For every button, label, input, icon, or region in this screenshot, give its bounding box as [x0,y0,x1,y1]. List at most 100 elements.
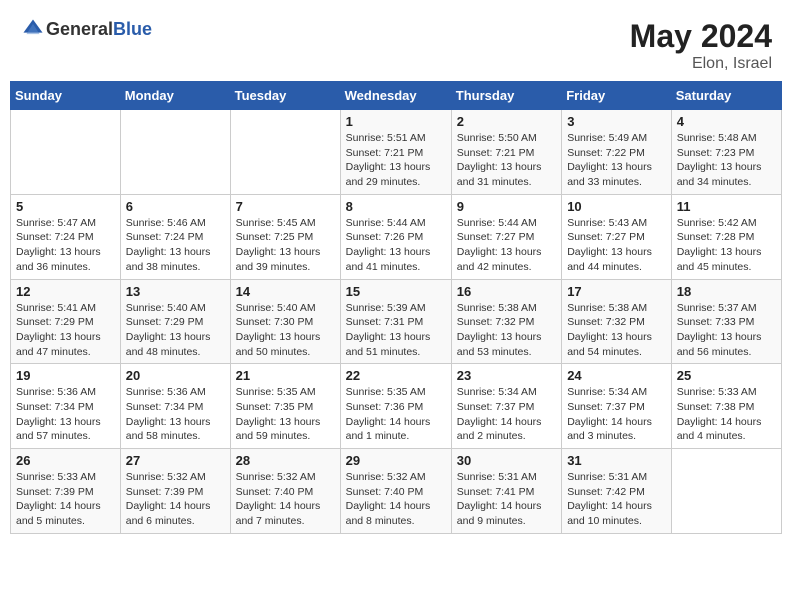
week-row-4: 19 Sunrise: 5:36 AM Sunset: 7:34 PM Dayli… [11,364,782,449]
calendar-cell: 7Sunrise: 5:45 AM Sunset: 7:25 PM Daylig… [230,194,340,279]
day-info: Sunrise: 5:31 AM Sunset: 7:41 PM Dayligh… [457,470,556,529]
title-block: May 2024 Elon, Israel [630,18,772,73]
day-info: Sunrise: 5:32 AM Sunset: 7:39 PM Dayligh… [126,470,225,529]
day-info: Sunrise: 5:44 AM Sunset: 7:27 PM Dayligh… [457,216,556,275]
calendar-cell: 3 Sunrise: 5:49 AM Sunset: 7:22 PM Daylig… [562,110,672,195]
calendar-cell [120,110,230,195]
calendar-cell [11,110,121,195]
day-info: Sunrise: 5:36 AM Sunset: 7:34 PM Dayligh… [16,385,115,444]
calendar-cell: 6 Sunrise: 5:46 AM Sunset: 7:24 PM Daylig… [120,194,230,279]
column-header-wednesday: Wednesday [340,82,451,110]
day-info: Sunrise: 5:35 AM Sunset: 7:35 PM Dayligh… [236,385,335,444]
calendar-cell: 20 Sunrise: 5:36 AM Sunset: 7:34 PM Dayli… [120,364,230,449]
logo: GeneralBlue [20,18,152,40]
calendar-cell: 28 Sunrise: 5:32 AM Sunset: 7:40 PM Dayli… [230,449,340,534]
calendar-cell: 5Sunrise: 5:47 AM Sunset: 7:24 PM Daylig… [11,194,121,279]
calendar-cell: 15Sunrise: 5:39 AM Sunset: 7:31 PM Dayli… [340,279,451,364]
calendar-cell: 22Sunrise: 5:35 AM Sunset: 7:36 PM Dayli… [340,364,451,449]
day-info: Sunrise: 5:35 AM Sunset: 7:36 PM Dayligh… [346,385,446,444]
calendar-cell: 4Sunrise: 5:48 AM Sunset: 7:23 PM Daylig… [671,110,781,195]
calendar-cell: 21 Sunrise: 5:35 AM Sunset: 7:35 PM Dayli… [230,364,340,449]
calendar-cell: 2 Sunrise: 5:50 AM Sunset: 7:21 PM Daylig… [451,110,561,195]
week-row-1: 1 Sunrise: 5:51 AM Sunset: 7:21 PM Daylig… [11,110,782,195]
day-info: Sunrise: 5:45 AM Sunset: 7:25 PM Dayligh… [236,216,335,275]
calendar-cell: 10 Sunrise: 5:43 AM Sunset: 7:27 PM Dayli… [562,194,672,279]
column-header-sunday: Sunday [11,82,121,110]
day-info: Sunrise: 5:46 AM Sunset: 7:24 PM Dayligh… [126,216,225,275]
day-info: Sunrise: 5:36 AM Sunset: 7:34 PM Dayligh… [126,385,225,444]
day-number: 29 [346,453,446,468]
day-info: Sunrise: 5:32 AM Sunset: 7:40 PM Dayligh… [236,470,335,529]
day-info: Sunrise: 5:51 AM Sunset: 7:21 PM Dayligh… [346,131,446,190]
day-info: Sunrise: 5:37 AM Sunset: 7:33 PM Dayligh… [677,301,776,360]
calendar-cell: 27 Sunrise: 5:32 AM Sunset: 7:39 PM Dayli… [120,449,230,534]
day-info: Sunrise: 5:50 AM Sunset: 7:21 PM Dayligh… [457,131,556,190]
calendar-cell: 29 Sunrise: 5:32 AM Sunset: 7:40 PM Dayli… [340,449,451,534]
day-number: 3 [567,114,666,129]
day-info: Sunrise: 5:38 AM Sunset: 7:32 PM Dayligh… [457,301,556,360]
day-number: 17 [567,284,666,299]
calendar-cell: 25Sunrise: 5:33 AM Sunset: 7:38 PM Dayli… [671,364,781,449]
day-number: 25 [677,368,776,383]
day-info: Sunrise: 5:40 AM Sunset: 7:29 PM Dayligh… [126,301,225,360]
day-number: 10 [567,199,666,214]
calendar-cell [230,110,340,195]
week-row-3: 12 Sunrise: 5:41 AM Sunset: 7:29 PM Dayli… [11,279,782,364]
day-number: 24 [567,368,666,383]
calendar-cell: 8 Sunrise: 5:44 AM Sunset: 7:26 PM Daylig… [340,194,451,279]
day-number: 28 [236,453,335,468]
week-row-2: 5Sunrise: 5:47 AM Sunset: 7:24 PM Daylig… [11,194,782,279]
calendar-cell: 14 Sunrise: 5:40 AM Sunset: 7:30 PM Dayli… [230,279,340,364]
calendar-cell: 1 Sunrise: 5:51 AM Sunset: 7:21 PM Daylig… [340,110,451,195]
day-number: 8 [346,199,446,214]
calendar-cell: 12 Sunrise: 5:41 AM Sunset: 7:29 PM Dayli… [11,279,121,364]
day-number: 5 [16,199,115,214]
day-number: 16 [457,284,556,299]
day-info: Sunrise: 5:34 AM Sunset: 7:37 PM Dayligh… [457,385,556,444]
day-info: Sunrise: 5:40 AM Sunset: 7:30 PM Dayligh… [236,301,335,360]
logo-icon [22,18,44,40]
day-number: 2 [457,114,556,129]
day-number: 31 [567,453,666,468]
page-header: GeneralBlue May 2024 Elon, Israel [10,10,782,77]
day-number: 27 [126,453,225,468]
day-number: 14 [236,284,335,299]
location-title: Elon, Israel [630,55,772,73]
column-header-saturday: Saturday [671,82,781,110]
day-number: 1 [346,114,446,129]
day-number: 19 [16,368,115,383]
calendar-cell: 30 Sunrise: 5:31 AM Sunset: 7:41 PM Dayli… [451,449,561,534]
day-number: 6 [126,199,225,214]
calendar-cell: 23Sunrise: 5:34 AM Sunset: 7:37 PM Dayli… [451,364,561,449]
day-info: Sunrise: 5:48 AM Sunset: 7:23 PM Dayligh… [677,131,776,190]
calendar-cell: 26 Sunrise: 5:33 AM Sunset: 7:39 PM Dayli… [11,449,121,534]
day-number: 12 [16,284,115,299]
month-title: May 2024 [630,18,772,55]
logo-blue: Blue [113,19,152,39]
day-info: Sunrise: 5:49 AM Sunset: 7:22 PM Dayligh… [567,131,666,190]
day-info: Sunrise: 5:42 AM Sunset: 7:28 PM Dayligh… [677,216,776,275]
day-info: Sunrise: 5:32 AM Sunset: 7:40 PM Dayligh… [346,470,446,529]
day-number: 21 [236,368,335,383]
day-info: Sunrise: 5:31 AM Sunset: 7:42 PM Dayligh… [567,470,666,529]
calendar-table: SundayMondayTuesdayWednesdayThursdayFrid… [10,81,782,534]
calendar-cell: 31 Sunrise: 5:31 AM Sunset: 7:42 PM Dayli… [562,449,672,534]
day-info: Sunrise: 5:39 AM Sunset: 7:31 PM Dayligh… [346,301,446,360]
column-header-friday: Friday [562,82,672,110]
day-info: Sunrise: 5:41 AM Sunset: 7:29 PM Dayligh… [16,301,115,360]
logo-general: General [46,19,113,39]
calendar-cell: 9Sunrise: 5:44 AM Sunset: 7:27 PM Daylig… [451,194,561,279]
week-row-5: 26 Sunrise: 5:33 AM Sunset: 7:39 PM Dayli… [11,449,782,534]
day-number: 30 [457,453,556,468]
calendar-cell: 18 Sunrise: 5:37 AM Sunset: 7:33 PM Dayli… [671,279,781,364]
column-header-tuesday: Tuesday [230,82,340,110]
day-number: 20 [126,368,225,383]
day-info: Sunrise: 5:43 AM Sunset: 7:27 PM Dayligh… [567,216,666,275]
day-info: Sunrise: 5:33 AM Sunset: 7:39 PM Dayligh… [16,470,115,529]
day-number: 11 [677,199,776,214]
day-info: Sunrise: 5:44 AM Sunset: 7:26 PM Dayligh… [346,216,446,275]
calendar-cell: 16 Sunrise: 5:38 AM Sunset: 7:32 PM Dayli… [451,279,561,364]
day-info: Sunrise: 5:38 AM Sunset: 7:32 PM Dayligh… [567,301,666,360]
day-number: 26 [16,453,115,468]
day-number: 18 [677,284,776,299]
